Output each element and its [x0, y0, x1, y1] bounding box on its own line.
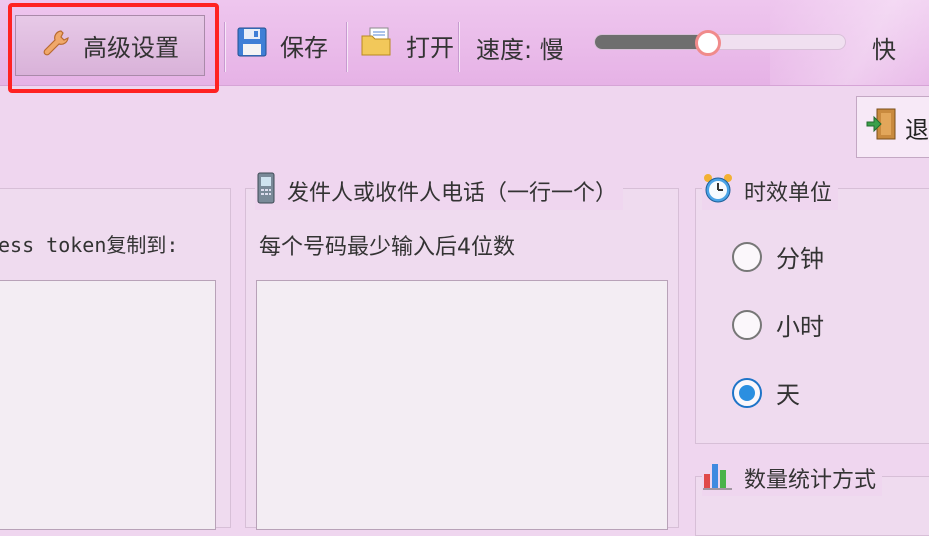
radio-button[interactable] — [732, 377, 762, 408]
highlight-box — [8, 3, 219, 93]
save-label: 保存 — [280, 33, 328, 62]
toolbar-separator — [224, 22, 225, 72]
radio-minutes[interactable]: 分钟 — [732, 239, 824, 274]
alarm-clock-icon — [702, 172, 734, 210]
open-folder-icon — [360, 26, 394, 64]
speed-label-group: 速度: 慢 — [476, 30, 564, 65]
phone-panel-title-group: 发件人或收件人电话（一行一个） — [255, 172, 624, 210]
radio-hours[interactable]: 小时 — [732, 307, 824, 342]
phone-hint: 每个号码最少输入后4位数 — [259, 235, 515, 260]
open-button[interactable]: 打开 — [360, 26, 454, 64]
radio-button[interactable] — [732, 309, 762, 340]
exit-door-icon — [865, 107, 897, 147]
time-unit-title-group: 时效单位 — [702, 172, 839, 210]
radio-label: 小时 — [776, 313, 824, 341]
radio-label: 天 — [776, 381, 800, 409]
speed-label: 速度: — [476, 36, 533, 64]
speed-slider-thumb[interactable] — [694, 30, 721, 56]
token-textarea[interactable] — [0, 280, 216, 530]
stats-title-group: 数量统计方式 — [702, 460, 883, 496]
stats-title: 数量统计方式 — [744, 468, 877, 493]
token-copy-label: ess token复制到: — [0, 233, 179, 257]
toolbar-separator — [458, 22, 459, 72]
mobile-phone-icon — [255, 172, 277, 210]
radio-label: 分钟 — [776, 245, 824, 273]
save-button[interactable]: 保存 — [236, 26, 328, 64]
speed-fast-label: 快 — [872, 36, 896, 64]
open-label: 打开 — [406, 33, 454, 62]
radio-days[interactable]: 天 — [732, 375, 800, 410]
speed-slow-label: 慢 — [539, 36, 564, 64]
phone-panel-title: 发件人或收件人电话（一行一个） — [287, 181, 618, 206]
phone-textarea[interactable] — [256, 280, 668, 530]
radio-button[interactable] — [732, 241, 762, 272]
toolbar: 高级设置 保存 打开 速度: 慢 快 — [0, 0, 929, 93]
floppy-disk-icon — [236, 26, 268, 64]
exit-label: 退 — [905, 115, 929, 144]
speed-slider-fill — [595, 35, 708, 49]
time-unit-title: 时效单位 — [744, 181, 833, 206]
speed-slider[interactable] — [594, 30, 846, 56]
toolbar-separator — [346, 22, 347, 72]
bar-chart-icon — [702, 460, 734, 496]
exit-button[interactable]: 退 — [856, 96, 929, 158]
